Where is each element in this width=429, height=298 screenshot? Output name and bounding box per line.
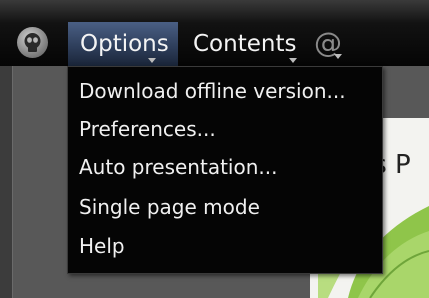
top-menu-bar: Options Contents @ [0,0,429,66]
skull-icon[interactable] [17,27,48,58]
at-icon[interactable]: @ [314,28,342,59]
menu-item-help[interactable]: Help [79,232,125,260]
menu-options-label: Options [80,31,169,57]
menu-contents[interactable]: Contents [193,22,297,66]
side-panel [0,66,13,298]
app-window: Options Contents @ is P Download offline… [0,0,429,298]
chevron-down-icon [148,58,156,63]
options-dropdown-menu: Download offline version... Preferences.… [67,66,383,274]
chevron-down-icon [289,58,297,63]
menu-item-auto-presentation[interactable]: Auto presentation... [79,153,277,181]
menu-item-single-page-mode[interactable]: Single page mode [79,193,260,221]
menu-item-download-offline[interactable]: Download offline version... [79,77,346,105]
menu-options[interactable]: Options [68,22,178,66]
menu-contents-label: Contents [193,31,297,57]
chevron-down-icon [334,54,342,59]
menu-item-preferences[interactable]: Preferences... [79,115,216,143]
